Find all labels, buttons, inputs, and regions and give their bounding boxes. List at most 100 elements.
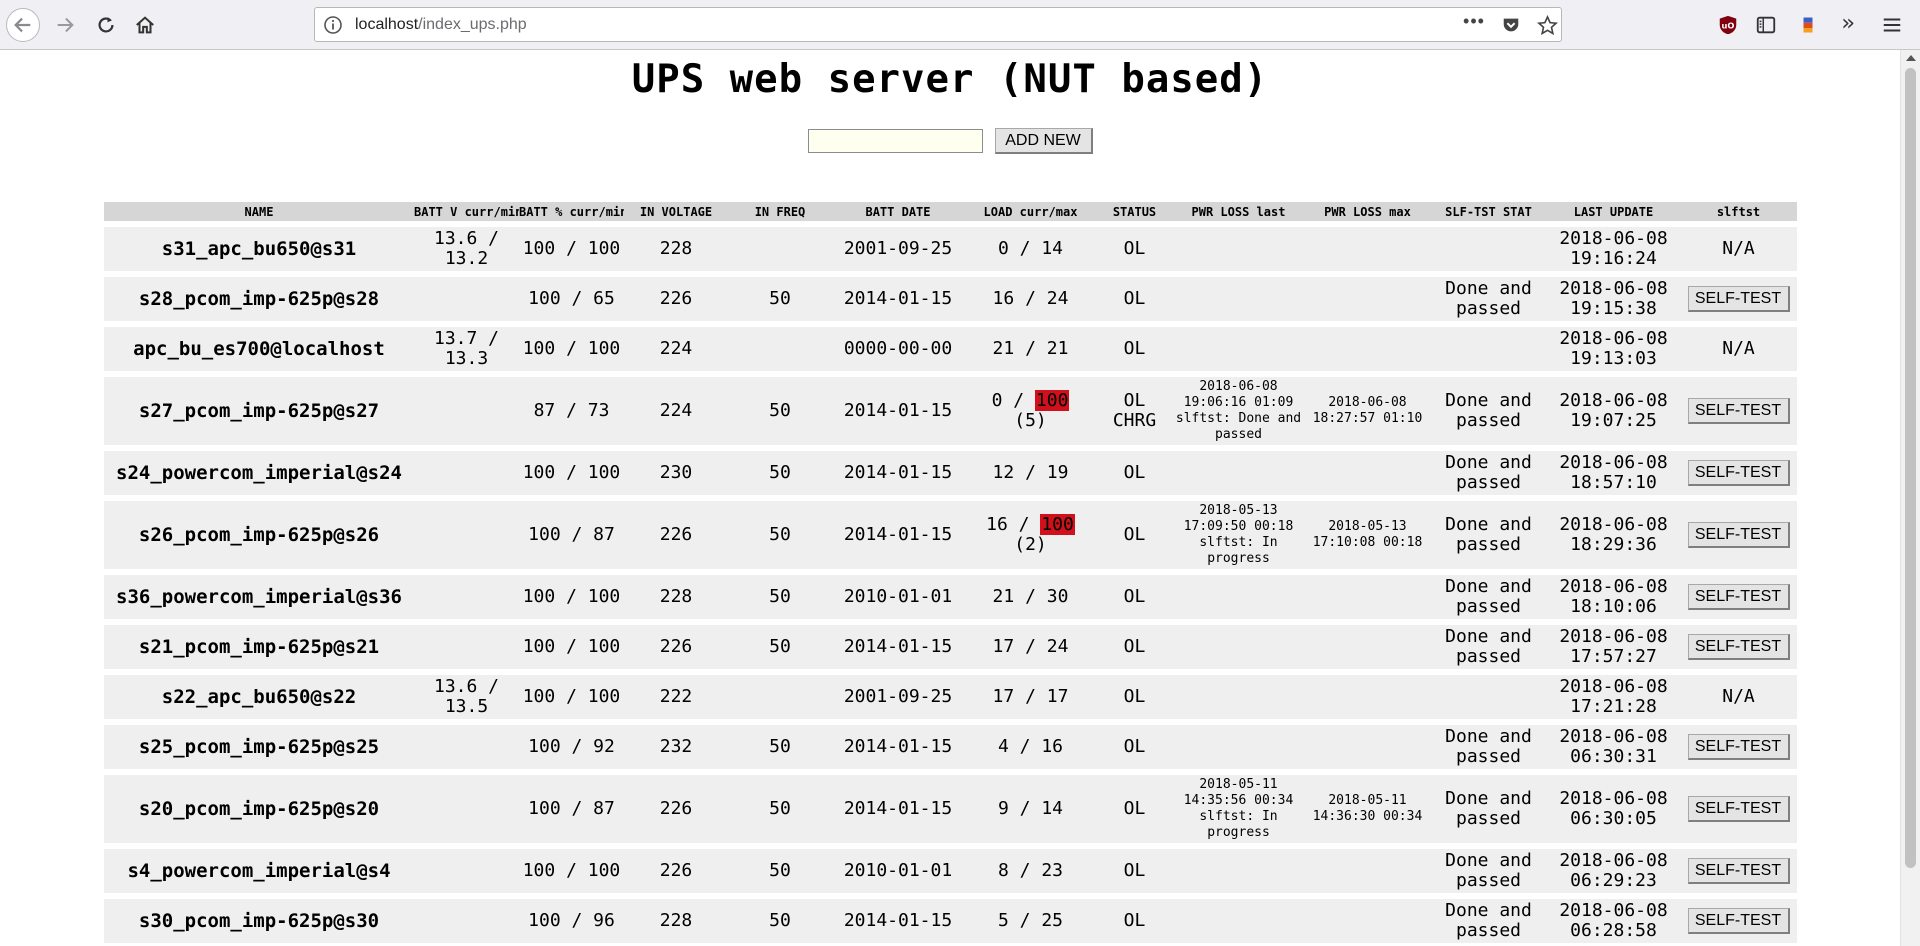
input-frequency: 50	[728, 725, 832, 769]
power-loss-last	[1172, 277, 1305, 321]
power-loss-last-line: progress	[1207, 551, 1270, 566]
self-test-status-line: Done and	[1445, 278, 1532, 299]
last-update-line: 19:16:24	[1570, 248, 1657, 269]
page-content: UPS web server (NUT based) ADD NEW NAME B…	[0, 50, 1900, 946]
battery-date: 2014-01-15	[832, 277, 964, 321]
new-ups-input[interactable]	[807, 129, 983, 153]
self-test-button[interactable]: SELF-TEST	[1687, 398, 1790, 424]
load-separator: /	[1014, 586, 1047, 607]
input-frequency: 50	[728, 775, 832, 843]
self-test-button[interactable]: SELF-TEST	[1687, 634, 1790, 660]
self-test-status: Done and passed	[1430, 849, 1547, 893]
battery-voltage-value: 13.6 /	[433, 228, 500, 249]
input-voltage: 230	[624, 451, 728, 495]
last-update-line: 2018-06-08	[1559, 726, 1668, 747]
extension-icon[interactable]	[1796, 13, 1820, 37]
address-bar[interactable]: localhost/index_ups.php •••	[314, 7, 1562, 42]
ups-status: OL	[1097, 327, 1172, 371]
power-loss-last	[1172, 451, 1305, 495]
chevron-double-right-icon[interactable]: »	[1836, 11, 1860, 36]
table-row: s28_pcom_imp-625p@s28 100 / 65 226 50 2014-0…	[104, 277, 1797, 321]
bookmark-star-icon[interactable]	[1536, 14, 1558, 36]
input-frequency: 50	[728, 625, 832, 669]
forward-button[interactable]	[48, 8, 82, 42]
last-update-line: 2018-06-08	[1559, 788, 1668, 809]
battery-voltage-value: 13.2	[444, 248, 489, 269]
power-loss-last	[1172, 849, 1305, 893]
last-update-line: 06:30:31	[1570, 746, 1657, 767]
battery-voltage	[414, 277, 519, 321]
battery-date: 0000-00-00	[832, 327, 964, 371]
ups-name: apc_bu_es700@localhost	[104, 327, 414, 371]
battery-percent: 100 / 100	[519, 675, 624, 719]
load-cell: 4 / 16	[964, 725, 1097, 769]
last-update-line: 18:10:06	[1570, 596, 1657, 617]
self-test-status: Done and passed	[1430, 501, 1547, 569]
self-test-button[interactable]: SELF-TEST	[1687, 286, 1790, 312]
last-update-line: 2018-06-08	[1559, 626, 1668, 647]
add-new-button[interactable]: ADD NEW	[994, 128, 1093, 154]
reload-button[interactable]	[89, 8, 123, 42]
load-current: 17	[992, 686, 1015, 707]
load-current: 0	[997, 238, 1009, 259]
battery-voltage: 13.6 /13.2	[414, 227, 519, 271]
load-separator: /	[1008, 910, 1042, 931]
self-test-cell: N/A	[1680, 675, 1797, 719]
self-test-button[interactable]: SELF-TEST	[1687, 908, 1790, 934]
load-separator: /	[1008, 736, 1042, 757]
battery-date: 2010-01-01	[832, 575, 964, 619]
last-update: 2018-06-08 17:21:28	[1547, 675, 1680, 719]
self-test-status-line: Done and	[1445, 850, 1532, 871]
self-test-status: Done and passed	[1430, 775, 1547, 843]
load-cell: 9 / 14	[964, 775, 1097, 843]
pocket-icon[interactable]	[1500, 14, 1522, 36]
power-loss-last: 2018-05-13 17:09:50 00:18 slftst: In progre…	[1172, 501, 1305, 569]
self-test-status: Done and passed	[1430, 277, 1547, 321]
table-row: s30_pcom_imp-625p@s30 100 / 96 228 50 2014-0…	[104, 899, 1797, 943]
scrollbar-thumb[interactable]	[1905, 68, 1916, 868]
input-frequency	[728, 675, 832, 719]
back-button[interactable]	[6, 8, 40, 42]
self-test-button[interactable]: SELF-TEST	[1687, 584, 1790, 610]
self-test-status: Done and passed	[1430, 625, 1547, 669]
power-loss-last-line: 2018-06-08	[1199, 379, 1278, 394]
power-loss-last-line: 14:35:56 00:34	[1183, 793, 1294, 808]
ups-status: OL	[1097, 625, 1172, 669]
self-test-button[interactable]: SELF-TEST	[1687, 858, 1790, 884]
last-update-line: 2018-06-08	[1559, 850, 1668, 871]
table-row: s21_pcom_imp-625p@s21 100 / 100 226 50 2014-…	[104, 625, 1797, 669]
ups-name: s30_pcom_imp-625p@s30	[104, 899, 414, 943]
power-loss-max	[1305, 227, 1430, 271]
self-test-status-line: passed	[1455, 298, 1522, 319]
load-max: 100	[1034, 390, 1070, 411]
table-body: s31_apc_bu650@s31 13.6 /13.2 100 / 100 228 2…	[104, 227, 1797, 943]
table-header-row: NAME BATT V curr/min BATT % curr/min IN VOL…	[104, 202, 1797, 221]
self-test-button[interactable]: SELF-TEST	[1687, 522, 1790, 548]
self-test-button[interactable]: SELF-TEST	[1687, 734, 1790, 760]
last-update: 2018-06-08 19:16:24	[1547, 227, 1680, 271]
input-frequency	[728, 227, 832, 271]
url-host: localhost	[355, 16, 419, 33]
column-header: STATUS	[1097, 202, 1172, 221]
battery-date: 2010-01-01	[832, 849, 964, 893]
last-update-line: 06:28:58	[1570, 920, 1657, 941]
self-test-status-line: passed	[1455, 746, 1522, 767]
scroll-up-arrow-icon[interactable]	[1906, 55, 1916, 61]
self-test-status	[1430, 227, 1547, 271]
self-test-button[interactable]: SELF-TEST	[1687, 796, 1790, 822]
power-loss-last-line: passed	[1215, 427, 1262, 442]
info-icon[interactable]	[323, 15, 343, 35]
load-current: 4	[997, 736, 1009, 757]
battery-percent: 100 / 87	[519, 775, 624, 843]
column-header: LAST UPDATE	[1547, 202, 1680, 221]
load-cell: 17 / 24	[964, 625, 1097, 669]
sidebar-icon[interactable]	[1754, 13, 1778, 37]
self-test-button[interactable]: SELF-TEST	[1687, 460, 1790, 486]
home-button[interactable]	[128, 8, 162, 42]
load-separator: /	[1008, 798, 1042, 819]
ublock-icon[interactable]: uO	[1716, 13, 1740, 37]
vertical-scrollbar[interactable]	[1900, 50, 1920, 946]
page-actions-icon[interactable]: •••	[1463, 10, 1485, 32]
column-header: SLF-TST STAT	[1430, 202, 1547, 221]
hamburger-menu-icon[interactable]	[1880, 13, 1904, 37]
